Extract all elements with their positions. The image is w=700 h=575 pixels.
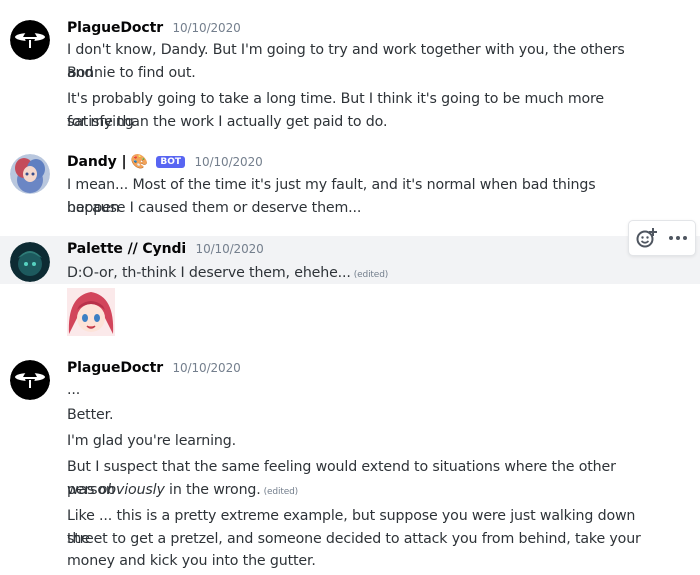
message-palette: Palette // Cyndi 10/10/2020 D:O-or, th-t…	[0, 236, 700, 284]
message-header: PlagueDoctr 10/10/2020	[67, 20, 241, 40]
palette-emoji-icon: 🎨	[130, 154, 148, 170]
username[interactable]: PlagueDoctr	[67, 360, 163, 376]
sticker-image[interactable]	[67, 288, 115, 336]
text-segment: was	[67, 482, 99, 498]
avatar[interactable]	[10, 360, 50, 400]
message-text: for me than the work I actually get paid…	[67, 114, 388, 130]
timestamp: 10/10/2020	[172, 361, 241, 375]
username[interactable]: Dandy |	[67, 154, 127, 170]
message-body: D:O-or, th-think I deserve them, ehehe..…	[67, 265, 351, 281]
text-segment: in the wrong.	[164, 482, 261, 498]
message-hover-toolbar	[628, 220, 696, 256]
italic-text: obviously	[98, 482, 165, 498]
add-reaction-icon[interactable]	[634, 225, 660, 251]
message-text: was obviously in the wrong. (edited)	[67, 479, 647, 504]
timestamp: 10/10/2020	[172, 21, 241, 35]
message-header: Palette // Cyndi 10/10/2020	[67, 241, 264, 261]
message-plaguedoctr-2: PlagueDoctr 10/10/2020 ... Better. I'm g…	[0, 350, 700, 575]
avatar[interactable]	[10, 20, 50, 60]
message-dandy: Dandy | 🎨 BOT 10/10/2020 I mean... Most o…	[0, 140, 700, 230]
message-text: ...	[67, 382, 81, 398]
message-text: I'm glad you're learning.	[67, 433, 236, 449]
message-header: Dandy | 🎨 BOT 10/10/2020	[67, 154, 263, 174]
username[interactable]: PlagueDoctr	[67, 20, 163, 36]
timestamp: 10/10/2020	[194, 155, 263, 169]
more-options-icon[interactable]	[665, 225, 691, 251]
bot-tag: BOT	[156, 156, 186, 168]
message-text: D:O-or, th-think I deserve them, ehehe..…	[67, 262, 647, 287]
edited-label: (edited)	[353, 270, 389, 280]
username[interactable]: Palette // Cyndi	[67, 241, 186, 257]
message-plaguedoctr-1: PlagueDoctr 10/10/2020 I don't know, Dan…	[0, 0, 700, 140]
avatar[interactable]	[10, 242, 50, 282]
message-text: Bonnie to find out.	[67, 65, 196, 81]
message-text: street to get a pretzel, and someone dec…	[67, 531, 641, 547]
message-text: Better.	[67, 407, 114, 423]
message-header: PlagueDoctr 10/10/2020	[67, 360, 241, 380]
message-text: because I caused them or deserve them...	[67, 200, 362, 216]
avatar[interactable]	[10, 154, 50, 194]
timestamp: 10/10/2020	[195, 242, 264, 256]
edited-label: (edited)	[263, 487, 299, 497]
message-text: money and kick you into the gutter.	[67, 553, 316, 569]
